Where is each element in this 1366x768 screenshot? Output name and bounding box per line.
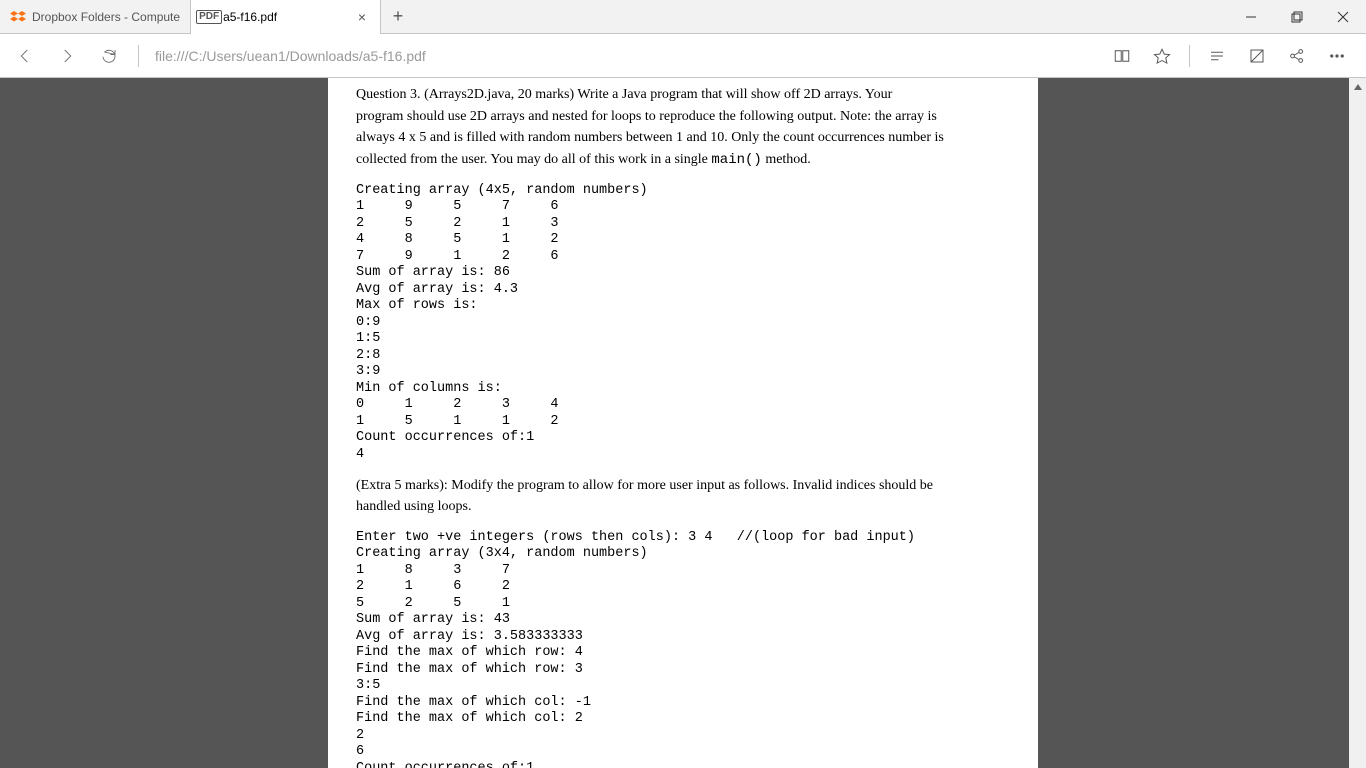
q3-line2: program should use 2D arrays and nested … [356, 108, 1010, 126]
tab-label: Dropbox Folders - Compute [32, 10, 180, 24]
reading-view-icon[interactable] [1103, 37, 1141, 75]
hub-icon[interactable] [1198, 37, 1236, 75]
scrollbar[interactable] [1349, 78, 1366, 768]
window-controls [1228, 0, 1366, 34]
extra-label: (Extra 5 marks): [356, 478, 448, 493]
navbar: file:///C:/Users/uean1/Downloads/a5-f16.… [0, 34, 1366, 78]
maximize-button[interactable] [1274, 0, 1320, 34]
toolbar-right [1103, 37, 1360, 75]
more-icon[interactable] [1318, 37, 1356, 75]
pdf-viewport: Question 3. (Arrays2D.java, 20 marks) Wr… [0, 78, 1366, 768]
question-heading: Question 3. (Arrays2D.java, 20 marks) Wr… [356, 86, 1010, 104]
code-block-1: Creating array (4x5, random numbers) 1 9… [356, 183, 1010, 463]
q3-text: (Arrays2D.java, 20 marks) Write a Java p… [424, 87, 892, 102]
new-tab-button[interactable]: + [381, 0, 415, 33]
tab-strip: Dropbox Folders - Compute PDF a5-f16.pdf… [0, 0, 1366, 34]
q3-line3: always 4 x 5 and is filled with random n… [356, 129, 1010, 147]
extra-text: Modify the program to allow for more use… [448, 478, 933, 493]
address-bar[interactable]: file:///C:/Users/uean1/Downloads/a5-f16.… [149, 48, 1099, 64]
forward-button[interactable] [48, 37, 86, 75]
q3-line4: collected from the user. You may do all … [356, 151, 1010, 170]
extra-line2: handled using loops. [356, 498, 1010, 516]
tab-dropbox[interactable]: Dropbox Folders - Compute [0, 0, 191, 34]
pdf-page: Question 3. (Arrays2D.java, 20 marks) Wr… [328, 78, 1038, 768]
close-icon[interactable]: × [354, 9, 370, 25]
separator [1189, 45, 1190, 67]
webnote-icon[interactable] [1238, 37, 1276, 75]
scroll-up-button[interactable] [1349, 78, 1366, 95]
minimize-button[interactable] [1228, 0, 1274, 34]
star-icon[interactable] [1143, 37, 1181, 75]
code-block-2: Enter two +ve integers (rows then cols):… [356, 530, 1010, 768]
pdf-icon: PDF [201, 9, 217, 25]
extra-heading: (Extra 5 marks): Modify the program to a… [356, 477, 1010, 495]
share-icon[interactable] [1278, 37, 1316, 75]
back-button[interactable] [6, 37, 44, 75]
code-inline: main() [711, 152, 761, 168]
separator [138, 45, 139, 67]
tab-label: a5-f16.pdf [223, 10, 348, 24]
dropbox-icon [10, 9, 26, 25]
close-button[interactable] [1320, 0, 1366, 34]
tab-pdf[interactable]: PDF a5-f16.pdf × [191, 0, 381, 34]
refresh-button[interactable] [90, 37, 128, 75]
q3-label: Question 3. [356, 87, 421, 102]
